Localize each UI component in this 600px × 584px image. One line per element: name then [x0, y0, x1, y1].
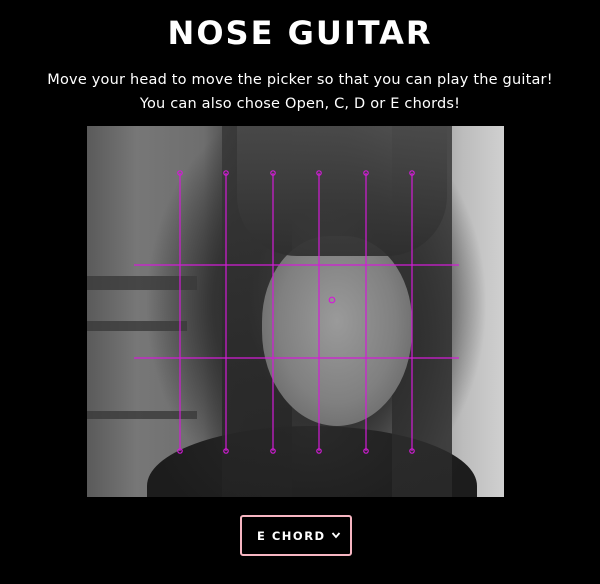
chord-select[interactable]: E CHORD — [240, 515, 352, 556]
webcam-video — [87, 126, 504, 497]
instructions-line-2: You can also chose Open, C, D or E chord… — [139, 96, 461, 112]
chord-select-value: E CHORD — [257, 528, 326, 543]
page-title: NOSE GUITAR — [167, 14, 433, 52]
nose-picker — [328, 296, 336, 304]
instructions-line-1: Move your head to move the picker so tha… — [47, 72, 553, 88]
chevron-down-icon — [331, 529, 341, 543]
guitar-overlay — [134, 170, 459, 454]
